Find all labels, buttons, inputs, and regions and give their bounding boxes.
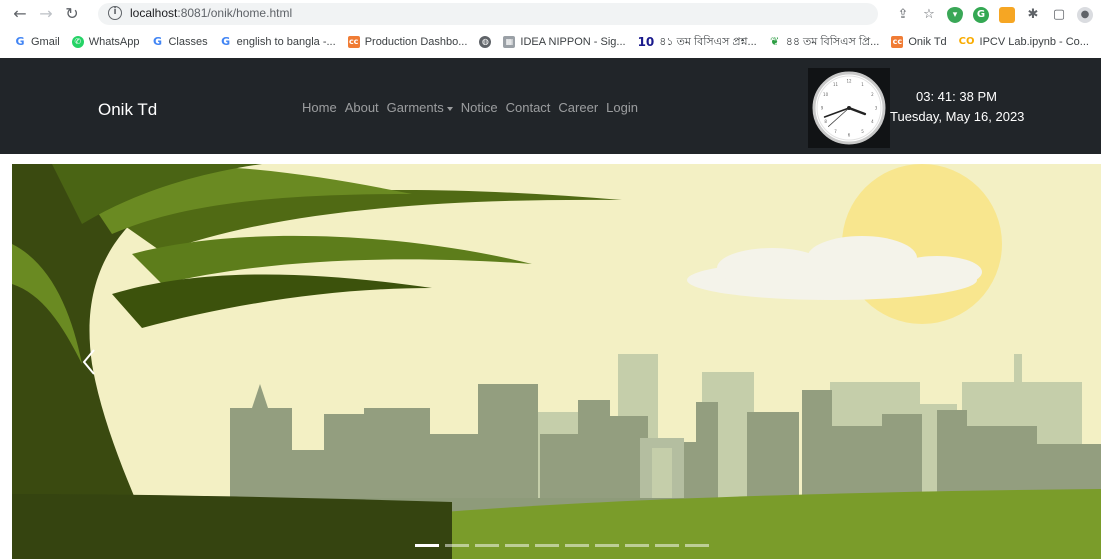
svg-text:9: 9 bbox=[821, 106, 824, 111]
back-icon[interactable]: ← bbox=[10, 4, 30, 24]
carousel-indicator[interactable] bbox=[475, 544, 499, 547]
site-navbar: Onik Td Home About Garments Notice Conta… bbox=[0, 58, 1101, 154]
nav-dropdown-garments[interactable]: Garments bbox=[387, 100, 453, 115]
nav-links: Home About Garments Notice Contact Caree… bbox=[302, 100, 638, 115]
svg-text:7: 7 bbox=[834, 129, 837, 134]
bookmark-globe[interactable]: ◍ bbox=[479, 36, 492, 48]
carousel-indicator[interactable] bbox=[685, 544, 709, 547]
svg-text:5: 5 bbox=[861, 129, 864, 134]
shield-extension-icon[interactable]: ▾ bbox=[947, 7, 963, 23]
svg-text:4: 4 bbox=[871, 119, 874, 124]
bookmark-label: ৪১ তম বিসিএস প্রশ্ন... bbox=[659, 35, 757, 48]
svg-text:10: 10 bbox=[823, 92, 829, 97]
bookmark-41-bcs[interactable]: 10 ৪১ তম বিসিএস প্রশ্ন... bbox=[638, 33, 757, 52]
url-path: :8081/onik/home.html bbox=[177, 6, 293, 20]
google-icon: G bbox=[15, 35, 25, 48]
puzzle-extensions-icon[interactable]: ✱ bbox=[1025, 7, 1041, 23]
bookmark-label: IDEA NIPPON - Sig... bbox=[520, 36, 626, 48]
idea-icon: ▦ bbox=[503, 36, 516, 48]
whatsapp-icon: ✆ bbox=[71, 36, 84, 48]
bookmark-label: Classes bbox=[168, 36, 208, 48]
bookmarks-bar: G Gmail ✆ WhatsApp G Classes Genglish to ba… bbox=[0, 30, 1101, 54]
forward-icon[interactable]: → bbox=[36, 4, 56, 24]
reload-icon[interactable]: ↻ bbox=[62, 4, 82, 24]
bookmark-ipcv-lab[interactable]: CO IPCV Lab.ipynb - Co... bbox=[959, 36, 1089, 48]
green-leaf-icon: ❦ bbox=[770, 35, 780, 48]
svg-text:11: 11 bbox=[833, 82, 839, 87]
toolbar-icons: ⇪ ☆ ▾ G ✱ ▢ ● bbox=[895, 5, 1093, 25]
bookmark-label: WhatsApp bbox=[88, 36, 140, 48]
colab-icon: CO bbox=[958, 36, 975, 47]
globe-icon: ◍ bbox=[479, 36, 492, 48]
bookmark-label: Onik Td bbox=[908, 36, 947, 48]
carousel-slide-image bbox=[12, 164, 1101, 559]
nav-link-notice[interactable]: Notice bbox=[461, 100, 498, 115]
carousel-indicator[interactable] bbox=[415, 544, 439, 547]
bookmark-classes[interactable]: G Classes bbox=[151, 35, 208, 49]
grammarly-extension-icon[interactable]: G bbox=[973, 7, 989, 23]
extension-icon[interactable] bbox=[999, 7, 1015, 23]
url-text[interactable]: localhost:8081/onik/home.html bbox=[130, 6, 292, 20]
hero-carousel bbox=[12, 164, 1101, 559]
google-icon: G bbox=[221, 35, 231, 48]
svg-text:2: 2 bbox=[871, 92, 874, 97]
site-info-icon[interactable]: i bbox=[108, 6, 122, 20]
bookmark-label: english to bangla -... bbox=[236, 36, 336, 48]
nav-link-about[interactable]: About bbox=[345, 100, 379, 115]
caret-down-icon bbox=[446, 106, 453, 111]
carousel-indicator[interactable] bbox=[535, 544, 559, 547]
codecanyon-icon: cc bbox=[891, 36, 904, 48]
browser-chrome: ← → ↻ i localhost:8081/onik/home.html ⇪ … bbox=[0, 0, 1101, 58]
chevron-left-icon bbox=[82, 349, 95, 375]
nav-dropdown-label: Garments bbox=[386, 100, 444, 115]
clock-face-icon: 123456789101112 bbox=[812, 71, 886, 145]
clock-time: 03: 41: 38 PM bbox=[916, 89, 997, 104]
bookmark-production-dashboard[interactable]: cc Production Dashbo... bbox=[347, 36, 468, 48]
star-icon[interactable]: ☆ bbox=[921, 7, 937, 23]
bookmark-english-to-bangla[interactable]: Genglish to bangla -... bbox=[220, 35, 336, 49]
carousel-indicator[interactable] bbox=[445, 544, 469, 547]
svg-text:6: 6 bbox=[848, 133, 851, 138]
bookmark-label: Gmail bbox=[31, 36, 60, 48]
carousel-indicator[interactable] bbox=[655, 544, 679, 547]
svg-text:1: 1 bbox=[861, 82, 864, 87]
carousel-indicator[interactable] bbox=[565, 544, 589, 547]
svg-text:3: 3 bbox=[875, 106, 878, 111]
profile-avatar-icon[interactable]: ● bbox=[1077, 7, 1093, 23]
bookmark-onik-td[interactable]: cc Onik Td bbox=[891, 36, 947, 48]
url-bar[interactable]: i localhost:8081/onik/home.html bbox=[98, 3, 878, 25]
svg-text:12: 12 bbox=[846, 79, 852, 84]
carousel-prev-button[interactable] bbox=[76, 344, 104, 380]
ten-minute-icon: 10 bbox=[637, 35, 655, 49]
bookmark-label: IPCV Lab.ipynb - Co... bbox=[979, 36, 1089, 48]
url-host: localhost bbox=[130, 6, 178, 20]
bookmark-label: ৪৪ তম বিসিএস প্রি... bbox=[785, 35, 880, 48]
side-panel-icon[interactable]: ▢ bbox=[1051, 7, 1067, 23]
carousel-indicator[interactable] bbox=[625, 544, 649, 547]
bookmark-44-bcs[interactable]: ❦ ৪৪ তম বিসিএস প্রি... bbox=[769, 33, 880, 52]
nav-link-career[interactable]: Career bbox=[558, 100, 598, 115]
nav-link-login[interactable]: Login bbox=[606, 100, 638, 115]
carousel-indicators bbox=[415, 544, 709, 547]
bookmark-gmail[interactable]: G Gmail bbox=[14, 35, 60, 49]
codecanyon-icon: cc bbox=[347, 36, 360, 48]
navbar-brand[interactable]: Onik Td bbox=[98, 100, 157, 120]
share-icon[interactable]: ⇪ bbox=[895, 7, 911, 23]
nav-link-contact[interactable]: Contact bbox=[506, 100, 551, 115]
analog-clock: 1 2 3 4 5 6 7 8 9 10 11 12 bbox=[808, 68, 890, 148]
clock-date: Tuesday, May 16, 2023 bbox=[890, 109, 1025, 124]
nav-link-home[interactable]: Home bbox=[302, 100, 337, 115]
carousel-indicator[interactable] bbox=[505, 544, 529, 547]
address-row: ← → ↻ i localhost:8081/onik/home.html ⇪ … bbox=[0, 2, 1101, 28]
bookmark-label: Production Dashbo... bbox=[364, 36, 468, 48]
bookmark-idea-nippon[interactable]: ▦ IDEA NIPPON - Sig... bbox=[503, 36, 626, 48]
google-icon: G bbox=[152, 35, 162, 48]
carousel-indicator[interactable] bbox=[595, 544, 619, 547]
bookmark-whatsapp[interactable]: ✆ WhatsApp bbox=[71, 36, 140, 48]
arch-graphic bbox=[640, 438, 684, 498]
